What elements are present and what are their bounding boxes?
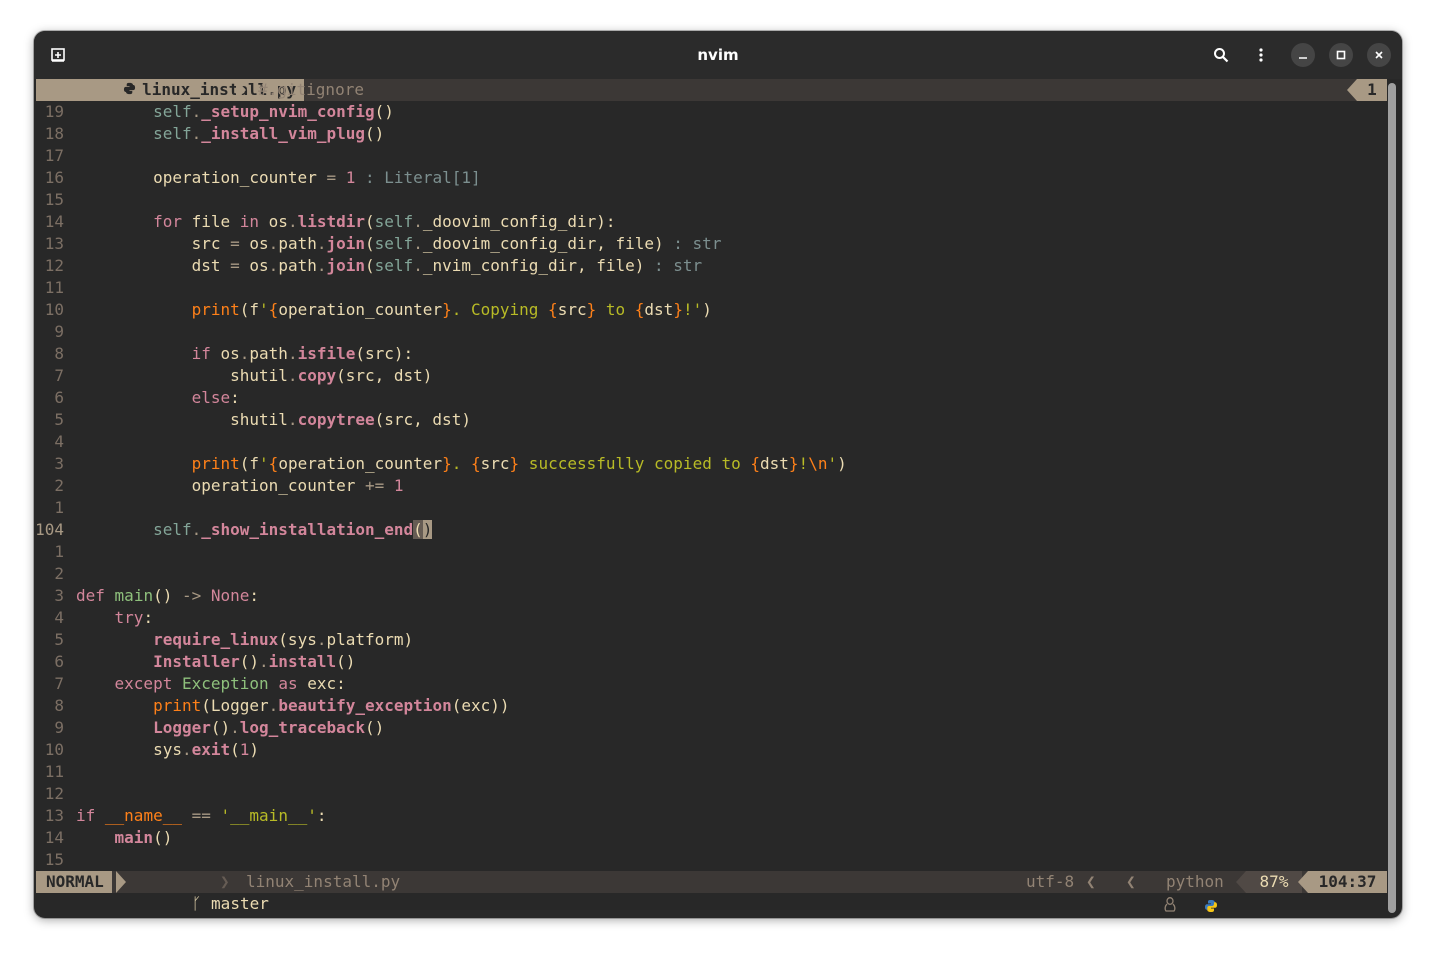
- code-line: 12 dst = os.path.join(self._nvim_config_…: [44, 256, 703, 275]
- code-line: 5 shutil.copytree(src, dst): [54, 410, 471, 429]
- code-line: 16 operation_counter = 1 : Literal[1]: [44, 168, 481, 187]
- code-line: 10 sys.exit(1): [44, 740, 260, 759]
- code-line: 18 self._install_vim_plug(): [44, 124, 385, 143]
- code-line: 2 operation_counter += 1: [54, 476, 404, 495]
- code-line: 15: [44, 850, 64, 869]
- code-line: 10 print(f'{operation_counter}. Copying …: [44, 300, 712, 319]
- code-line: 6 else:: [54, 388, 240, 407]
- statusline-separator: ❮: [1126, 872, 1136, 891]
- code-line: 1: [54, 498, 64, 517]
- code-line: 8 print(Logger.beautify_exception(exc)): [54, 696, 510, 715]
- code-line: 12: [44, 784, 64, 803]
- window-title: nvim: [697, 46, 739, 64]
- git-branch-name: master: [211, 894, 269, 913]
- tab-separator: [1347, 79, 1357, 101]
- close-icon[interactable]: [1367, 43, 1391, 67]
- text-cursor: ): [422, 520, 433, 539]
- code-line: 13 src = os.path.join(self._doovim_confi…: [44, 234, 722, 253]
- code-line: 8 if os.path.isfile(src):: [54, 344, 414, 363]
- code-line: 2: [54, 564, 64, 583]
- code-line: 19 self._setup_nvim_config(): [44, 102, 394, 121]
- code-line: 15: [44, 190, 64, 209]
- code-line: 4: [54, 432, 64, 451]
- terminal-window: nvim linux_install.py #.gitignore 1 19 s…: [34, 31, 1402, 918]
- statusline-percent: 87%: [1246, 871, 1302, 893]
- statusline-separator: [1236, 871, 1246, 893]
- code-line: 1: [54, 542, 64, 561]
- code-line: 11: [44, 762, 64, 781]
- buffer-tab-inactive[interactable]: #.gitignore: [258, 79, 364, 101]
- code-line: 7 shutil.copy(src, dst): [54, 366, 433, 385]
- code-line: 13 if __name__ == '__main__':: [44, 806, 327, 825]
- code-line: 3 def main() -> None:: [54, 586, 260, 605]
- statusline-filename: linux_install.py: [246, 872, 401, 891]
- kebab-menu-icon[interactable]: [1249, 43, 1273, 67]
- code-line: 7 except Exception as exc:: [54, 674, 346, 693]
- code-line-current: 104 self._show_installation_end(): [35, 520, 433, 539]
- maximize-icon[interactable]: [1329, 43, 1353, 67]
- code-line: 14 for file in os.listdir(self._doovim_c…: [44, 212, 616, 231]
- code-line: 6 Installer().install(): [54, 652, 356, 671]
- code-line: 14 main(): [44, 828, 173, 847]
- status-line: NORMAL ᚴ master ❯ linux_install.py utf-8…: [36, 871, 1387, 913]
- buffer-tabline: linux_install.py #.gitignore 1: [36, 79, 1387, 101]
- minimize-icon[interactable]: [1291, 43, 1315, 67]
- statusline-encoding: utf-8: [1026, 872, 1075, 891]
- editor-pane[interactable]: 19 self._setup_nvim_config() 18 self._in…: [35, 101, 1387, 871]
- code-line: 5 require_linux(sys.platform): [54, 630, 414, 649]
- statusline-position: 104:37: [1308, 871, 1387, 893]
- mode-indicator: NORMAL: [36, 871, 112, 893]
- statusline-filetype: python: [1166, 872, 1224, 891]
- git-branch-icon: ᚴ: [191, 894, 202, 913]
- code-line: 4 try:: [54, 608, 154, 627]
- statusline-separator: [1298, 871, 1308, 893]
- tab-separator: [236, 79, 246, 101]
- tab-count[interactable]: 1: [1357, 79, 1387, 101]
- title-bar: nvim: [34, 31, 1402, 79]
- code-line: 3 print(f'{operation_counter}. {src} suc…: [54, 454, 847, 473]
- search-icon[interactable]: [1209, 43, 1233, 67]
- code-line: 11: [44, 278, 64, 297]
- statusline-separator: [116, 871, 126, 893]
- buffer-tab-label: #.gitignore: [258, 80, 364, 99]
- scrollbar[interactable]: [1388, 83, 1396, 913]
- statusline-separator: ❯: [220, 872, 230, 891]
- code-line: 17: [44, 146, 64, 165]
- statusline-separator: ❮: [1086, 872, 1096, 891]
- code-line: 9: [54, 322, 64, 341]
- code-line: 9 Logger().log_traceback(): [54, 718, 385, 737]
